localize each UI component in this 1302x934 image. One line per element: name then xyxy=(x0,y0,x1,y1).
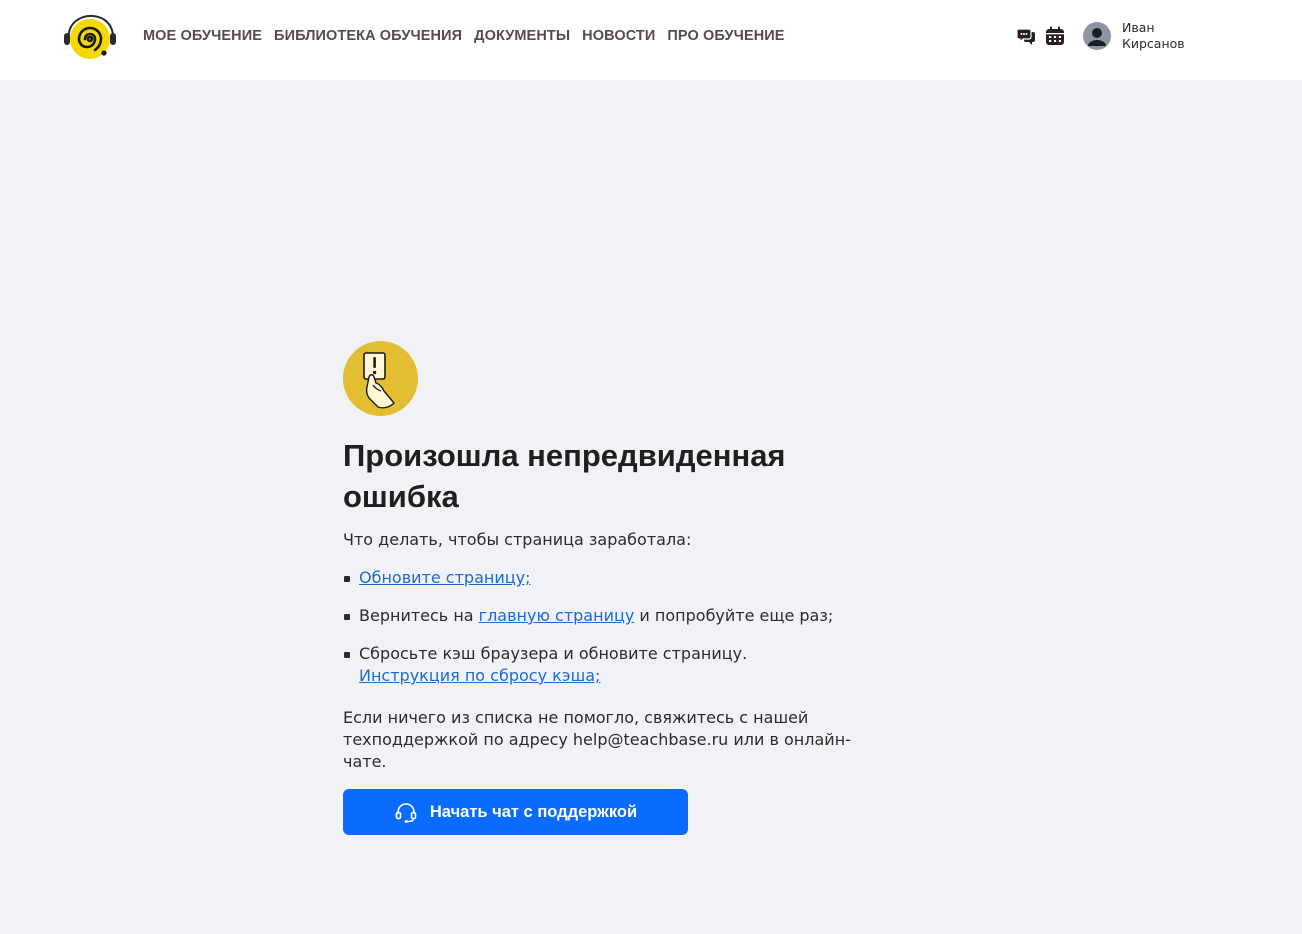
main-nav: МОЕ ОБУЧЕНИЕ БИБЛИОТЕКА ОБУЧЕНИЯ ДОКУМЕН… xyxy=(143,27,785,45)
list-item: Сбросьте кэш браузера и обновите страниц… xyxy=(343,643,903,687)
cache-instructions-link[interactable]: Инструкция по сбросу кэша; xyxy=(359,666,600,685)
nav-about-learning[interactable]: ПРО ОБУЧЕНИЕ xyxy=(667,27,784,45)
home-step-suffix: и попробуйте еще раз; xyxy=(639,606,834,625)
start-support-chat-button[interactable]: Начать чат с поддержкой xyxy=(343,789,688,835)
home-step-prefix: Вернитесь на xyxy=(359,606,474,625)
logo[interactable] xyxy=(61,11,119,61)
error-lead: Что делать, чтобы страница заработала: xyxy=(343,530,692,549)
logo-icon xyxy=(64,14,116,59)
user-last-name: Кирсанов xyxy=(1122,36,1185,51)
error-panel: Произошла непредвиденная ошибка Что дела… xyxy=(343,341,903,835)
chat-button-label: Начать чат с поддержкой xyxy=(429,802,638,821)
user-first-name: Иван xyxy=(1122,20,1155,35)
chat-icon[interactable] xyxy=(1016,26,1037,46)
calendar-icon[interactable] xyxy=(1045,26,1065,46)
nav-learning-library[interactable]: БИБЛИОТЕКА ОБУЧЕНИЯ xyxy=(274,27,462,45)
user-name[interactable]: Иван Кирсанов xyxy=(1122,20,1212,52)
nav-my-learning[interactable]: МОЕ ОБУЧЕНИЕ xyxy=(143,27,262,45)
nav-news[interactable]: НОВОСТИ xyxy=(582,27,655,45)
support-note: Если ничего из списка не помогло, свяжит… xyxy=(343,708,851,771)
user-icon xyxy=(1088,28,1106,46)
top-header: МОЕ ОБУЧЕНИЕ БИБЛИОТЕКА ОБУЧЕНИЯ ДОКУМЕН… xyxy=(0,0,1302,80)
headset-icon xyxy=(395,803,417,823)
refresh-page-link[interactable]: Обновите страницу; xyxy=(359,568,530,587)
nav-documents[interactable]: ДОКУМЕНТЫ xyxy=(474,27,570,45)
list-item: Вернитесь на главную страницу и попробуй… xyxy=(343,605,903,627)
warning-card-hand-icon xyxy=(343,341,418,416)
fix-steps-list: Обновите страницу; Вернитесь на главную … xyxy=(343,567,903,687)
avatar[interactable] xyxy=(1083,22,1111,50)
error-title: Произошла непредвиденная ошибка xyxy=(343,438,786,514)
cache-step-text: Сбросьте кэш браузера и обновите страниц… xyxy=(359,644,748,663)
list-item: Обновите страницу; xyxy=(343,567,903,589)
home-page-link[interactable]: главную страницу xyxy=(479,606,635,625)
